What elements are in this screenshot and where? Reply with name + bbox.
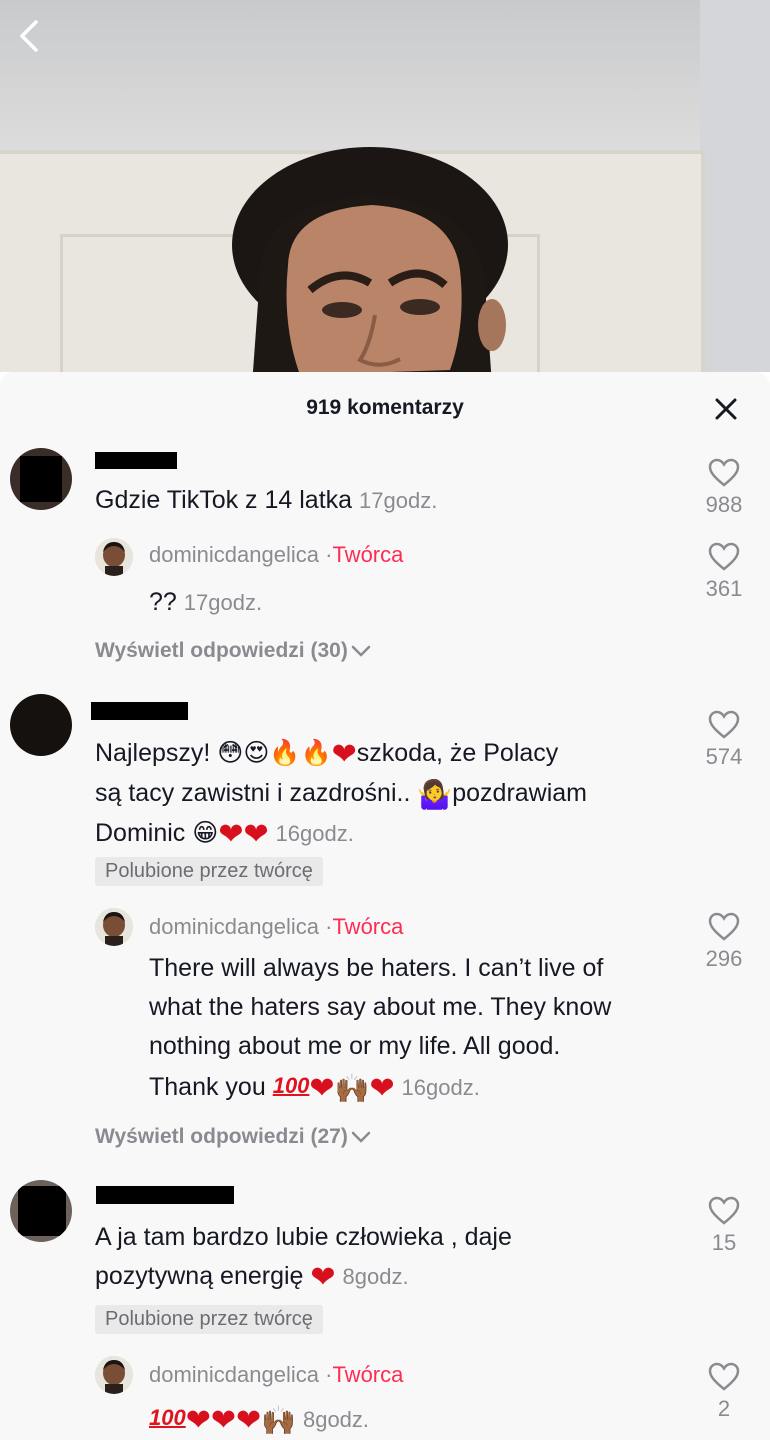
- reply-like-button[interactable]: 296: [694, 912, 754, 972]
- red-heart-emoji: ❤❤❤: [185, 1404, 262, 1437]
- like-count: 988: [705, 492, 743, 517]
- comment-body: Gdzie TikTok z 14 latka: [95, 486, 353, 514]
- red-heart-emoji: ❤❤: [218, 818, 269, 851]
- red-heart-emoji: ❤: [369, 1072, 395, 1105]
- like-button[interactable]: 15: [694, 1196, 754, 1256]
- heart-outline-icon: [708, 912, 740, 941]
- close-icon[interactable]: [714, 397, 738, 421]
- comments-count-title: 919 komentarzy: [306, 396, 464, 419]
- comment-line: pozytywną energię ❤ 8godz.: [95, 1257, 695, 1297]
- reply-line: Thank you 100❤🙌🏾❤ 16godz.: [149, 1066, 689, 1108]
- reply-text: ?? 17godz.: [149, 583, 262, 622]
- creator-label: Twórca: [332, 914, 404, 939]
- comment-body: pozdrawiam: [452, 779, 588, 807]
- comment-line: Dominic 😁❤❤ 16godz.: [95, 814, 695, 854]
- like-count: 15: [711, 1230, 737, 1255]
- comment-line: Najlepszy! 😳😍🔥🔥❤szkoda, że Polacy: [95, 734, 695, 774]
- reply-time: 17godz.: [183, 590, 263, 615]
- creator-avatar-image: [95, 1356, 133, 1394]
- like-count: 296: [705, 946, 743, 971]
- chevron-down-icon: [351, 646, 371, 658]
- red-heart-emoji: ❤: [310, 1261, 336, 1294]
- video-background[interactable]: [0, 0, 770, 372]
- heart-outline-icon: [708, 1362, 740, 1391]
- heart-outline-icon: [708, 1196, 740, 1225]
- comment-line: są tacy zawistni i zazdrośni.. 🤷‍♀️pozdr…: [95, 774, 695, 814]
- creator-label: Twórca: [332, 1362, 404, 1387]
- reply-like-button[interactable]: 361: [694, 542, 754, 602]
- redacted-block: [18, 1186, 66, 1236]
- reply-time: 16godz.: [401, 1075, 480, 1100]
- like-button[interactable]: 574: [694, 710, 754, 770]
- heart-outline-icon: [708, 710, 740, 739]
- reply-body: ??: [149, 588, 177, 616]
- reply-text: There will always be haters. I can’t liv…: [149, 949, 689, 1108]
- reply-line: what the haters say about me. They know: [149, 993, 612, 1021]
- view-replies-label: Wyświetl odpowiedzi (30): [95, 639, 348, 662]
- creator-avatar[interactable]: [95, 908, 133, 946]
- reply-username[interactable]: dominicdangelica: [149, 1362, 319, 1387]
- comment-body: Najlepszy! 😳😍🔥🔥: [95, 739, 332, 767]
- chevron-down-icon: [351, 1132, 371, 1144]
- comment-body: Dominic 😁: [95, 819, 219, 847]
- like-count: 2: [717, 1396, 731, 1421]
- shrug-emoji: 🤷‍♀️: [417, 779, 453, 810]
- redacted-block: [20, 456, 62, 502]
- comment-time: 16godz.: [275, 821, 354, 846]
- comments-sheet: 919 komentarzy Gdzie TikTok z 14 latka 1…: [0, 372, 770, 1440]
- comment-body: pozytywną energię: [95, 1262, 304, 1290]
- raised-hands-emoji: 🙌🏾: [261, 1405, 297, 1436]
- back-icon[interactable]: [12, 16, 52, 56]
- creator-avatar-image: [95, 538, 133, 576]
- redacted-username: [91, 702, 188, 720]
- heart-outline-icon: [708, 542, 740, 571]
- comment-text: A ja tam bardzo lubie człowieka , daje p…: [95, 1218, 695, 1297]
- comment-line: A ja tam bardzo lubie człowieka , daje: [95, 1223, 512, 1251]
- avatar[interactable]: [10, 448, 72, 510]
- comment-time: 8godz.: [342, 1264, 409, 1289]
- reply-username-line: dominicdangelica ·Twórca: [149, 542, 403, 568]
- reply-line: There will always be haters. I can’t liv…: [149, 954, 604, 982]
- red-heart-emoji: ❤: [331, 738, 357, 771]
- like-count: 574: [705, 744, 743, 769]
- like-count: 361: [705, 576, 743, 601]
- heart-outline-icon: [708, 458, 740, 487]
- comment-body: są tacy zawistni i zazdrośni..: [95, 779, 411, 807]
- avatar[interactable]: [10, 1180, 72, 1242]
- person-face: [232, 147, 508, 372]
- reply-time: 8godz.: [302, 1407, 370, 1432]
- creator-label: Twórca: [332, 542, 404, 567]
- wall: [700, 0, 770, 372]
- redacted-username: [95, 452, 177, 469]
- hundred-emoji: 100: [149, 1405, 186, 1430]
- view-replies-label: Wyświetl odpowiedzi (27): [95, 1125, 348, 1148]
- reply-username[interactable]: dominicdangelica: [149, 914, 319, 939]
- reply-username-line: dominicdangelica ·Twórca: [149, 914, 403, 940]
- liked-by-creator-badge: Polubione przez twórcę: [95, 1305, 323, 1334]
- raised-hands-emoji: 🙌🏾: [334, 1073, 370, 1104]
- creator-avatar-image: [95, 908, 133, 946]
- sheet-header: 919 komentarzy: [0, 372, 770, 446]
- like-button[interactable]: 988: [694, 458, 754, 518]
- comment-time: 17godz.: [359, 488, 438, 513]
- avatar[interactable]: [10, 694, 72, 756]
- creator-avatar[interactable]: [95, 1356, 133, 1394]
- view-replies-button[interactable]: Wyświetl odpowiedzi (27): [95, 1125, 372, 1149]
- hundred-emoji: 100: [272, 1073, 310, 1098]
- comment-body: szkoda, że Polacy: [356, 739, 559, 767]
- comment-text: Najlepszy! 😳😍🔥🔥❤szkoda, że Polacy są tac…: [95, 734, 695, 854]
- reply-like-button[interactable]: 2: [694, 1362, 754, 1422]
- reply-text: 100❤❤❤🙌🏾 8godz.: [149, 1398, 369, 1440]
- reply-username[interactable]: dominicdangelica: [149, 542, 319, 567]
- reply-body: Thank you: [149, 1073, 266, 1101]
- red-heart-emoji: ❤: [309, 1072, 335, 1105]
- comment-text: Gdzie TikTok z 14 latka 17godz.: [95, 481, 437, 520]
- liked-by-creator-badge: Polubione przez twórcę: [95, 857, 323, 886]
- creator-avatar[interactable]: [95, 538, 133, 576]
- reply-line: nothing about me or my life. All good.: [149, 1032, 561, 1060]
- reply-username-line: dominicdangelica ·Twórca: [149, 1362, 403, 1388]
- redacted-username: [96, 1186, 234, 1204]
- view-replies-button[interactable]: Wyświetl odpowiedzi (30): [95, 639, 372, 663]
